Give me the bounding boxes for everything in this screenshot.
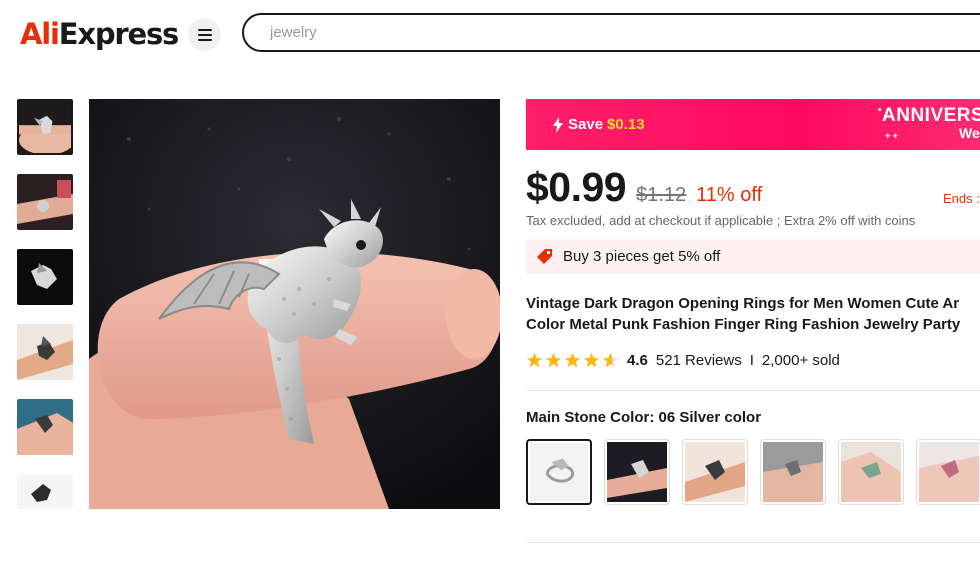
rating-row: 4.6 521 Reviews I 2,000+ sold [526, 352, 840, 369]
search-bar[interactable] [242, 13, 980, 52]
menu-button[interactable] [188, 18, 221, 51]
star-icon [583, 352, 600, 368]
sparkle-icon: ✦✦ [884, 131, 900, 141]
thumbnail-gallery [17, 99, 75, 509]
tax-note: Tax excluded, add at checkout if applica… [526, 213, 916, 228]
original-price: $1.12 [636, 184, 687, 206]
price-section: $0.99 $1.12 11% off Ends : [526, 164, 980, 210]
promo-banner[interactable]: Save $0.13 •ANNIVERS We ✦✦ [526, 99, 980, 150]
search-input[interactable] [270, 24, 870, 41]
rating-score: 4.6 [627, 352, 648, 369]
swatch-2[interactable] [604, 439, 670, 505]
divider [526, 542, 980, 543]
thumbnail-6[interactable] [17, 474, 73, 509]
thumbnail-2[interactable] [17, 174, 73, 230]
divider [526, 390, 980, 391]
bulk-discount-text: Buy 3 pieces get 5% off [563, 248, 721, 265]
logo-ali: Ali [20, 17, 60, 51]
main-product-image[interactable] [89, 99, 500, 509]
variant-label: Main Stone Color: 06 Silver color [526, 409, 761, 426]
tag-icon [537, 249, 552, 264]
swatch-6[interactable] [916, 439, 980, 505]
hamburger-icon [197, 28, 212, 41]
save-label: Save [568, 116, 604, 133]
anniversary-sub: We [959, 125, 980, 141]
discount-percent: 11% off [696, 184, 763, 206]
swatch-5[interactable] [838, 439, 904, 505]
thumbnail-1[interactable] [17, 99, 73, 155]
swatch-silver[interactable] [526, 439, 592, 505]
save-amount: $0.13 [607, 116, 645, 133]
variant-selected-value: 06 Silver color [658, 409, 762, 426]
product-title: Vintage Dark Dragon Opening Rings for Me… [526, 293, 980, 335]
star-icon [526, 352, 543, 368]
sold-count: 2,000+ sold [761, 352, 840, 369]
thumbnail-5[interactable] [17, 399, 73, 455]
star-icon [545, 352, 562, 368]
review-count-link[interactable]: 521 Reviews [656, 352, 742, 369]
current-price: $0.99 [526, 164, 627, 210]
star-half-icon [602, 352, 619, 368]
star-icon [564, 352, 581, 368]
ends-timer-label: Ends : [943, 191, 980, 206]
save-badge: Save $0.13 [552, 116, 645, 133]
aliexpress-logo[interactable]: AliExpress [20, 14, 180, 54]
lightning-icon [553, 116, 563, 133]
logo-express: Express [58, 17, 180, 51]
anniversary-text: •ANNIVERS [878, 105, 980, 126]
separator: I [749, 352, 754, 369]
star-rating [526, 352, 619, 369]
thumbnail-4[interactable] [17, 324, 73, 380]
variant-label-name: Main Stone Color: [526, 409, 655, 426]
color-swatches [526, 439, 980, 505]
bulk-discount-banner[interactable]: Buy 3 pieces get 5% off [526, 239, 980, 274]
thumbnail-3[interactable] [17, 249, 73, 305]
swatch-3[interactable] [682, 439, 748, 505]
product-title-line-1: Vintage Dark Dragon Opening Rings for Me… [526, 295, 960, 312]
product-title-line-2: Color Metal Punk Fashion Finger Ring Fas… [526, 316, 961, 333]
swatch-4[interactable] [760, 439, 826, 505]
